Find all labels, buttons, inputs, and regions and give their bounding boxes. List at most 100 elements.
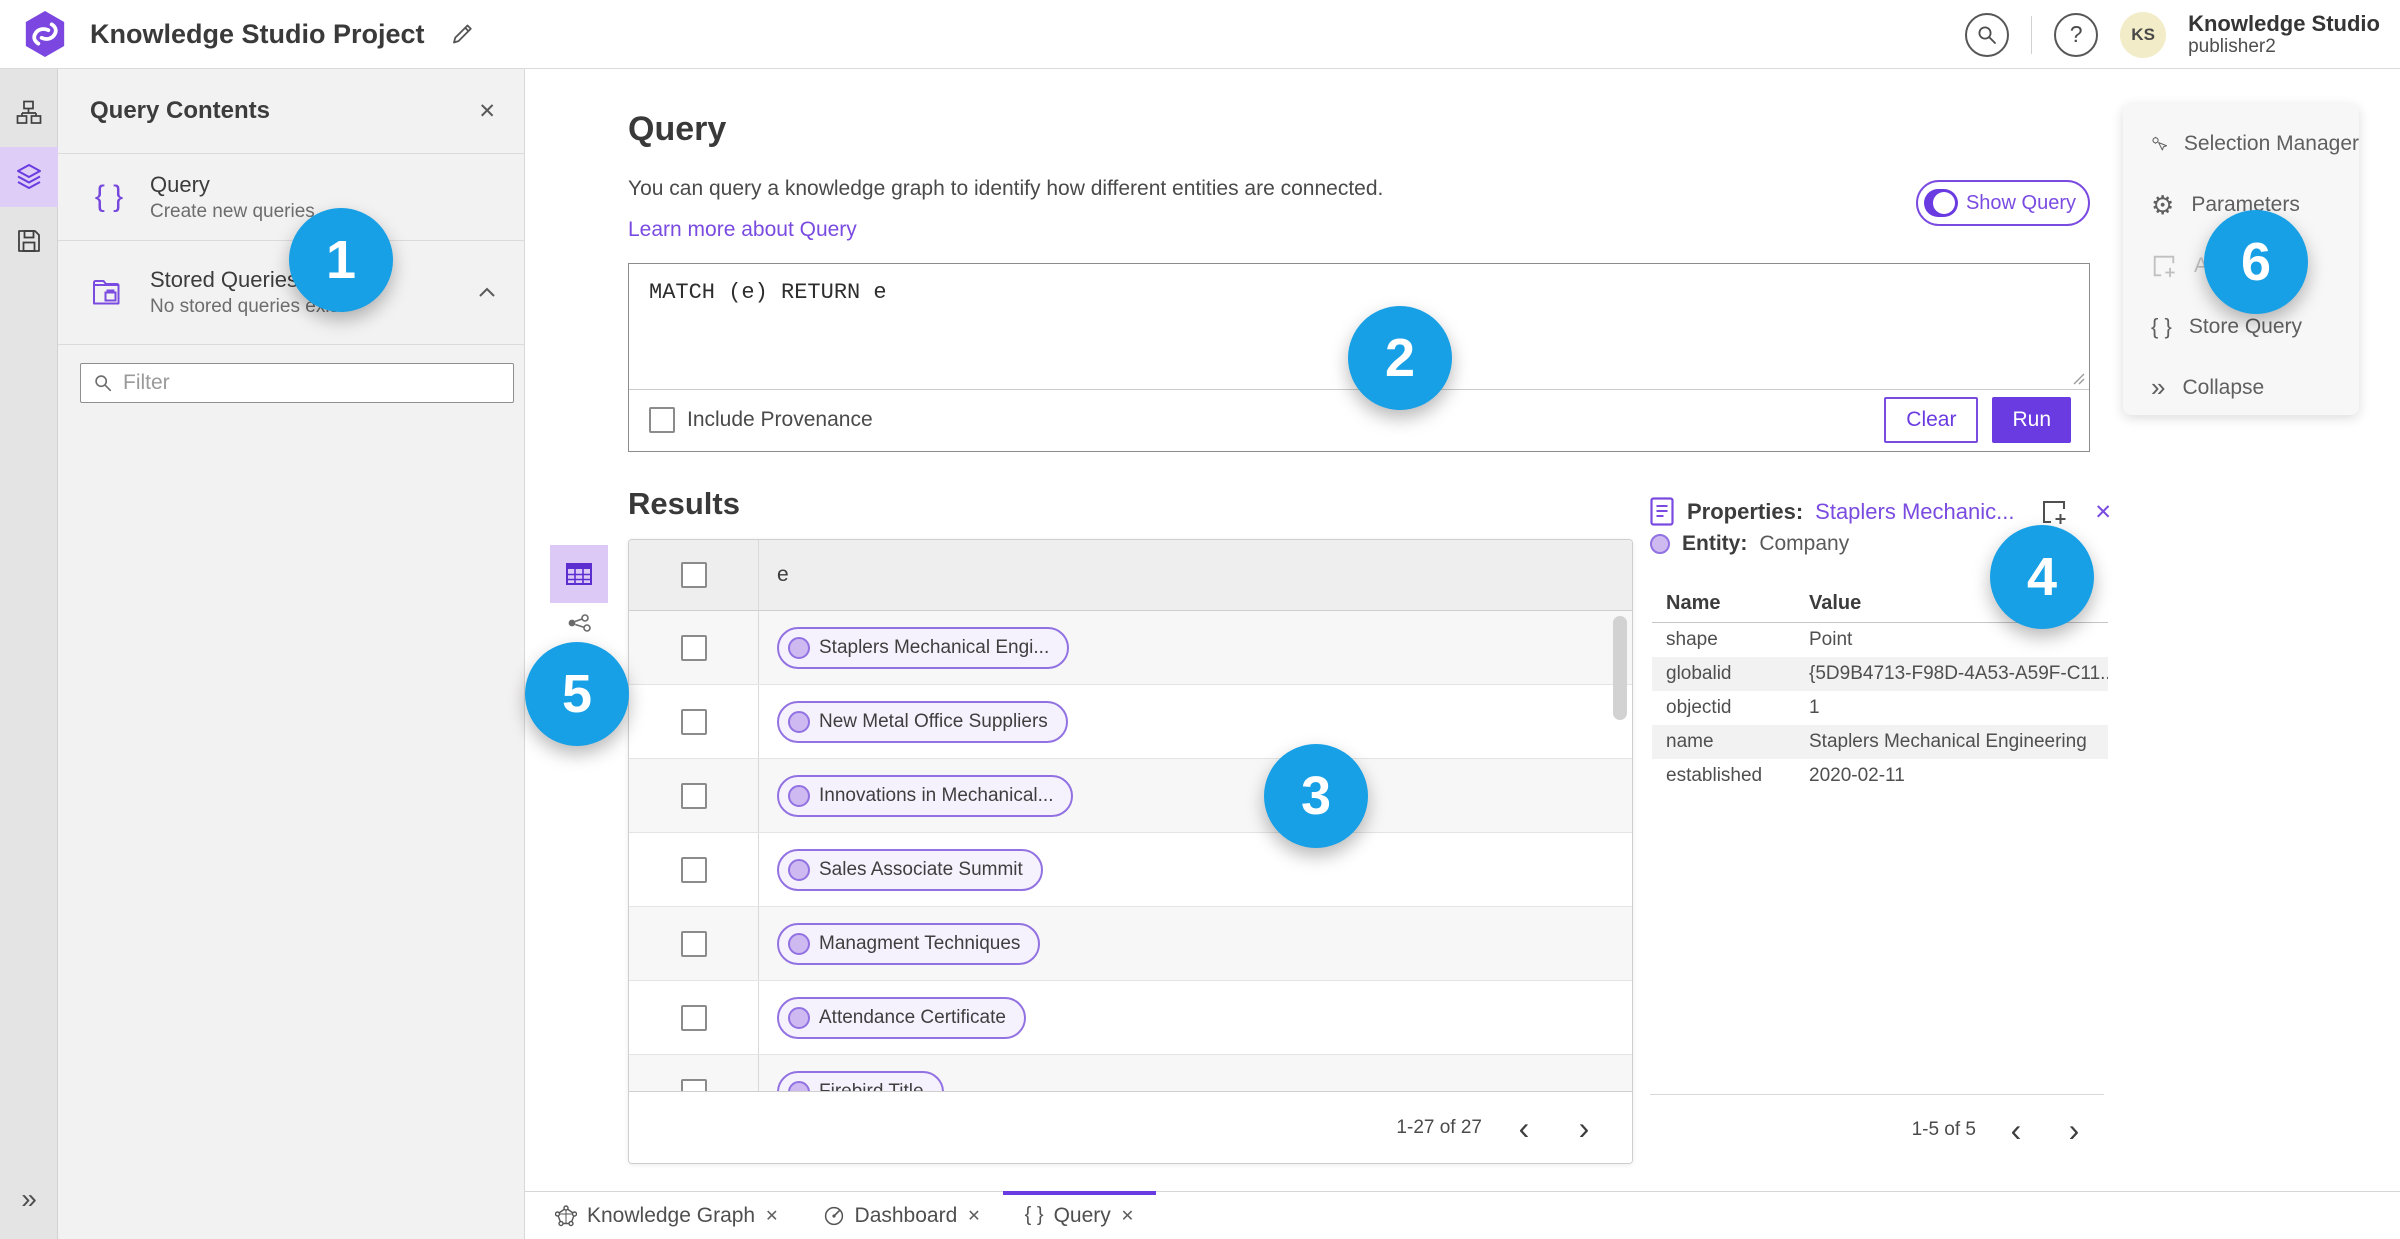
properties-entity-link[interactable]: Staplers Mechanic... bbox=[1815, 499, 2028, 525]
action-selection-manager[interactable]: Selection Manager bbox=[2123, 113, 2359, 174]
entity-pill[interactable]: New Metal Office Suppliers bbox=[777, 700, 1068, 743]
close-icon[interactable]: ✕ bbox=[2094, 500, 2112, 525]
toggle-switch-on[interactable] bbox=[1924, 189, 1958, 217]
include-provenance-label: Include Provenance bbox=[687, 408, 873, 431]
column-header-name: Name bbox=[1666, 592, 1721, 614]
query-text[interactable]: MATCH (e) RETURN e bbox=[649, 280, 887, 305]
table-row[interactable]: Staplers Mechanical Engi... bbox=[629, 611, 1632, 685]
dashboard-icon bbox=[824, 1206, 843, 1225]
pagination-text: 1-27 of 27 bbox=[1396, 1116, 1482, 1138]
entity-label: Firebird Title bbox=[819, 1080, 924, 1092]
entity-pill[interactable]: Firebird Title bbox=[777, 1070, 944, 1092]
row-checkbox[interactable] bbox=[680, 782, 707, 809]
entity-pill[interactable]: Innovations in Mechanical... bbox=[777, 774, 1074, 817]
select-all-checkbox[interactable] bbox=[680, 562, 707, 588]
search-button[interactable] bbox=[1965, 12, 2010, 57]
property-name: shape bbox=[1666, 629, 1718, 650]
entity-pill[interactable]: Attendance Certificate bbox=[777, 996, 1026, 1039]
results-scrollbar[interactable] bbox=[1613, 616, 1627, 720]
previous-page-button[interactable]: ‹ bbox=[1506, 1110, 1542, 1146]
project-title: Knowledge Studio Project bbox=[90, 18, 425, 49]
knowledge-graph-icon bbox=[555, 1204, 577, 1226]
entity-pill[interactable]: Sales Associate Summit bbox=[777, 848, 1043, 891]
table-row[interactable]: Sales Associate Summit bbox=[629, 833, 1632, 907]
entity-pill[interactable]: Staplers Mechanical Engi... bbox=[777, 626, 1070, 669]
close-icon[interactable]: ✕ bbox=[478, 99, 496, 124]
close-icon[interactable]: ✕ bbox=[1121, 1206, 1134, 1226]
properties-pagination: 1-5 of 5 ‹ › bbox=[1650, 1094, 2104, 1164]
edit-title-button[interactable] bbox=[449, 21, 475, 47]
chevron-right-icon: › bbox=[1578, 1109, 1590, 1146]
column-header-e[interactable]: e bbox=[759, 540, 1632, 610]
avatar-initials: KS bbox=[2131, 24, 2155, 44]
sidebar-item-save[interactable] bbox=[0, 211, 58, 271]
entity-label: Sales Associate Summit bbox=[819, 858, 1023, 880]
property-row[interactable]: objectid 1 bbox=[1652, 691, 2108, 725]
query-heading: Query bbox=[628, 110, 727, 148]
bottom-tabbar: Knowledge Graph ✕ Dashboard ✕ { } Query … bbox=[525, 1191, 2400, 1239]
next-page-button[interactable]: › bbox=[1566, 1110, 1602, 1146]
list-item-query[interactable]: { } Query Create new queries bbox=[58, 154, 524, 241]
property-row[interactable]: name Staplers Mechanical Engineering bbox=[1652, 725, 2108, 759]
show-query-toggle[interactable]: Show Query bbox=[1916, 180, 2090, 226]
query-toolbar: Include Provenance Clear Run bbox=[629, 389, 2089, 451]
tab-knowledge-graph[interactable]: Knowledge Graph ✕ bbox=[533, 1192, 801, 1239]
row-checkbox[interactable] bbox=[680, 930, 707, 957]
help-button[interactable]: ? bbox=[2054, 12, 2099, 57]
user-name: Knowledge Studio bbox=[2188, 10, 2380, 36]
chevron-up-icon[interactable] bbox=[478, 287, 496, 298]
chevron-left-icon: ‹ bbox=[2010, 1111, 2022, 1148]
entity-pill[interactable]: Managment Techniques bbox=[777, 922, 1041, 965]
property-row[interactable]: globalid {5D9B4713-F98D-4A53-A59F-C11... bbox=[1652, 657, 2108, 691]
property-value: {5D9B4713-F98D-4A53-A59F-C11... bbox=[1809, 663, 2108, 684]
question-icon: ? bbox=[2069, 21, 2083, 47]
include-provenance-checkbox[interactable] bbox=[649, 407, 675, 433]
run-button[interactable]: Run bbox=[1992, 397, 2071, 443]
tab-label: Dashboard bbox=[854, 1203, 958, 1227]
table-view-button[interactable] bbox=[550, 545, 608, 603]
user-block[interactable]: Knowledge Studio publisher2 bbox=[2188, 11, 2386, 58]
close-icon[interactable]: ✕ bbox=[967, 1206, 980, 1226]
expand-panel-button[interactable]: » bbox=[0, 1183, 58, 1215]
annotation-badge-2: 2 bbox=[1348, 306, 1452, 410]
table-row[interactable]: Firebird Title bbox=[629, 1055, 1632, 1091]
row-checkbox[interactable] bbox=[680, 1078, 707, 1091]
action-label: Collapse bbox=[2182, 375, 2265, 399]
braces-icon: { } bbox=[2151, 313, 2172, 339]
tab-query-active[interactable]: { } Query ✕ bbox=[1002, 1191, 1157, 1239]
entity-dot-icon bbox=[788, 932, 810, 955]
add-to-selection-icon[interactable] bbox=[2040, 498, 2068, 526]
layers-icon bbox=[17, 164, 41, 189]
table-row[interactable]: Attendance Certificate bbox=[629, 981, 1632, 1055]
show-query-label: Show Query bbox=[1965, 191, 2076, 214]
sidebar-item-link-chart[interactable] bbox=[0, 83, 58, 143]
sidebar-item-layers-active[interactable] bbox=[0, 147, 58, 207]
close-icon[interactable]: ✕ bbox=[765, 1206, 778, 1226]
table-row[interactable]: Innovations in Mechanical... bbox=[629, 759, 1632, 833]
resize-handle[interactable] bbox=[2071, 371, 2085, 385]
property-row[interactable]: established 2020-02-11 bbox=[1652, 759, 2108, 793]
action-label: Selection Manager bbox=[2183, 131, 2359, 155]
clear-button[interactable]: Clear bbox=[1884, 397, 1979, 443]
row-checkbox[interactable] bbox=[680, 708, 707, 735]
property-name: established bbox=[1666, 765, 1763, 786]
tab-dashboard[interactable]: Dashboard ✕ bbox=[801, 1192, 1003, 1239]
entity-label: Managment Techniques bbox=[819, 932, 1021, 954]
action-collapse[interactable]: » Collapse bbox=[2123, 357, 2359, 418]
query-contents-header: Query Contents ✕ bbox=[58, 69, 524, 154]
row-checkbox[interactable] bbox=[680, 634, 707, 661]
learn-more-link[interactable]: Learn more about Query bbox=[628, 218, 857, 242]
next-page-button[interactable]: › bbox=[2056, 1112, 2092, 1148]
add-to-icon bbox=[2153, 255, 2175, 277]
filter-input[interactable] bbox=[123, 371, 453, 395]
selection-manager-icon bbox=[2152, 136, 2167, 150]
link-chart-view-icon bbox=[568, 614, 591, 632]
previous-page-button[interactable]: ‹ bbox=[1998, 1112, 2034, 1148]
table-row[interactable]: Managment Techniques bbox=[629, 907, 1632, 981]
topbar: Knowledge Studio Project ? KS Knowledge … bbox=[0, 0, 2400, 69]
property-name: globalid bbox=[1666, 663, 1732, 684]
avatar[interactable]: KS bbox=[2120, 11, 2167, 58]
row-checkbox[interactable] bbox=[680, 856, 707, 883]
row-checkbox[interactable] bbox=[680, 1004, 707, 1031]
table-row[interactable]: New Metal Office Suppliers bbox=[629, 685, 1632, 759]
